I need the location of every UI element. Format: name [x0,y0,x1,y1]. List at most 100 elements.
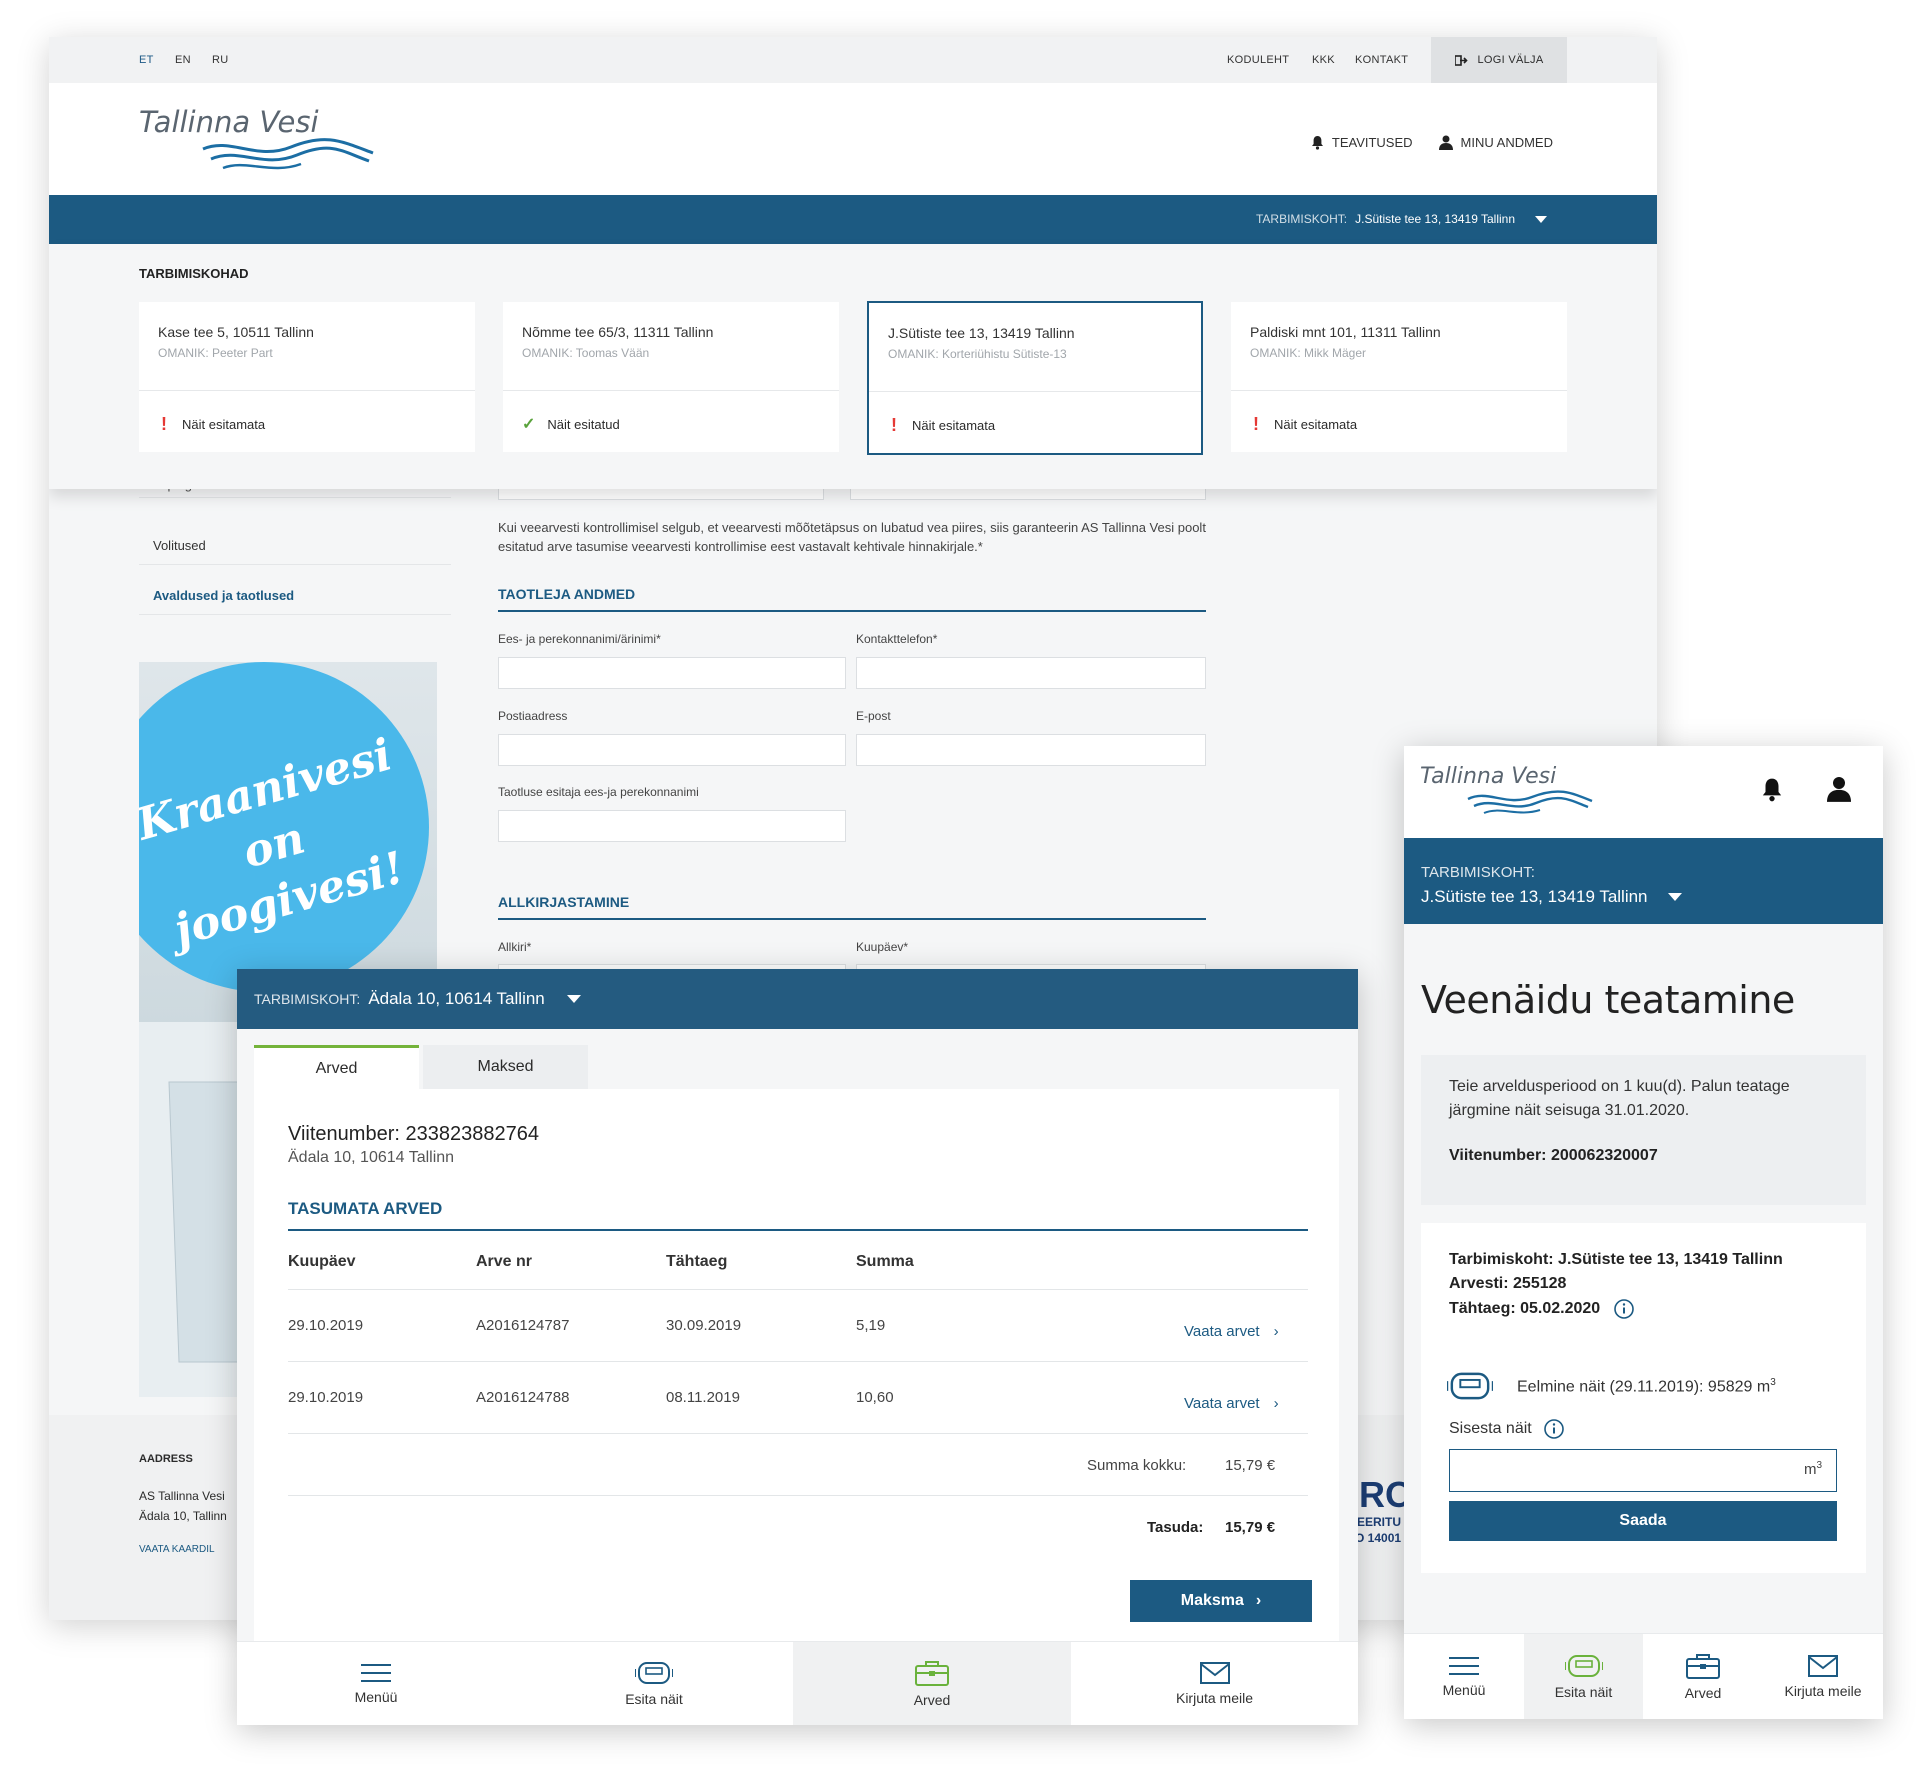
cell-invoice-nr: A2016124787 [476,1317,570,1334]
consumption-selector[interactable]: TARBIMISKOHT: Ädala 10, 10614 Tallinn [254,989,581,1009]
cell-sum: 5,19 [856,1317,886,1334]
consumption-label: TARBIMISKOHT: [1421,864,1535,881]
place-card[interactable]: Paldiski mnt 101, 11311 Tallinn OMANIK: … [1231,302,1567,452]
col-date: Kuupäev [288,1253,356,1270]
place-card-selected[interactable]: J.Sütiste tee 13, 13419 Tallinn OMANIK: … [867,301,1203,455]
total-value: 15,79 € [1225,1457,1276,1474]
menu-item-authorizations[interactable]: Volitused [139,515,451,565]
deadline-line: Tähtaeg: 05.02.2020 [1449,1299,1635,1319]
place-address: J.Sütiste tee 13, 13419 Tallinn [888,325,1075,341]
chevron-right-icon: › [1255,1592,1262,1609]
nav-write-us[interactable]: Kirjuta meile [1071,1642,1358,1725]
nav-submit-reading-active[interactable]: Esita näit [1524,1634,1643,1719]
phone-input[interactable] [856,657,1206,689]
reference-number: Viitenumber: 200062320007 [1449,1147,1658,1164]
nav-invoices-active[interactable]: Arved [793,1642,1071,1725]
lang-en[interactable]: EN [175,54,191,66]
lang-ru[interactable]: RU [212,54,229,66]
view-invoice-link[interactable]: Vaata arvet › [1184,1323,1279,1340]
enter-reading-text: Sisesta näit [1449,1420,1532,1437]
invoices-panel: Viitenumber: 233823882764 Ädala 10, 1061… [254,1089,1339,1641]
view-invoice-link[interactable]: Vaata arvet › [1184,1395,1279,1412]
nav-write-us[interactable]: Kirjuta meile [1763,1634,1883,1719]
place-owner: OMANIK: Mikk Mäger [1250,346,1367,360]
lang-et[interactable]: ET [139,54,154,66]
link-homepage[interactable]: KODULEHT [1227,54,1289,66]
name-input[interactable] [498,657,846,689]
logo[interactable]: Tallinna Vesi [139,105,376,171]
cell-date: 29.10.2019 [288,1389,364,1406]
logo[interactable]: Tallinna Vesi [1420,764,1594,815]
place-card[interactable]: Kase tee 5, 10511 Tallinn OMANIK: Peeter… [139,302,475,452]
email-label: E-post [856,709,891,723]
my-data-link[interactable]: MINU ANDMED [1438,135,1553,150]
top-bar: ET EN RU KODULEHT KKK KONTAKT LOGI VÄLJA [49,37,1657,83]
consumption-bar[interactable]: TARBIMISKOHT: J.Sütiste tee 13, 13419 Ta… [1404,838,1883,924]
nav-label: Kirjuta meile [1784,1683,1862,1699]
postal-input[interactable] [498,734,846,766]
nav-submit-reading[interactable]: Esita näit [515,1642,793,1725]
briefcase-icon [1686,1653,1720,1679]
cell-invoice-nr: A2016124788 [476,1389,570,1406]
consumption-label: TARBIMISKOHT: [1255,212,1348,226]
site-header: Tallinna Vesi TEAVITUSED MINU ANDMED [49,83,1657,195]
bell-icon[interactable] [1761,777,1783,802]
tab-payments[interactable]: Maksed [423,1045,588,1089]
bell-icon [1311,135,1324,150]
place-owner: OMANIK: Peeter Part [158,346,273,360]
nav-label: Menüü [354,1689,398,1705]
total-label: Summa kokku: [1087,1457,1187,1474]
footer-company: AS Tallinna Vesi [139,1489,225,1503]
previous-reading-text: Eelmine näit (29.11.2019): 95829 m [1517,1378,1771,1396]
to-pay-value: 15,79 € [1225,1519,1276,1536]
pay-button-label: Maksma [1180,1592,1244,1609]
consumption-label: TARBIMISKOHT: [254,991,361,1007]
view-invoice-label: Vaata arvet [1184,1323,1260,1340]
logo-text: Tallinna Vesi [1420,764,1557,789]
consumption-selector[interactable]: J.Sütiste tee 13, 13419 Tallinn [1421,887,1682,907]
name-label: Ees- ja perekonnanimi/ärinimi* [498,632,661,646]
col-sum: Summa [856,1253,914,1270]
user-icon[interactable] [1827,776,1851,802]
pay-button[interactable]: Maksma › [1130,1580,1312,1622]
tab-invoices[interactable]: Arved [254,1045,419,1089]
logout-button[interactable]: LOGI VÄLJA [1431,37,1567,83]
email-input[interactable] [856,734,1206,766]
place-card[interactable]: Nõmme tee 65/3, 11311 Tallinn OMANIK: To… [503,302,839,452]
consumption-selector[interactable]: TARBIMISKOHT: J.Sütiste tee 13, 13419 Ta… [1256,212,1547,226]
place-owner: OMANIK: Korteriühistu Sütiste-13 [888,347,1067,361]
nav-label: Esita näit [625,1691,683,1707]
enter-reading-label: Sisesta näit [1449,1419,1564,1439]
nav-menu[interactable]: Menüü [1404,1634,1524,1719]
menu-item-applications[interactable]: Avaldused ja taotlused [139,565,451,615]
cell-due: 30.09.2019 [666,1317,742,1334]
submitter-input[interactable] [498,810,846,842]
previous-field[interactable] [498,489,824,500]
info-box: Teie arveldusperiood on 1 kuu(d). Palun … [1421,1055,1866,1205]
previous-field[interactable] [850,489,1206,500]
nav-invoices[interactable]: Arved [1643,1634,1763,1719]
logo-waves-icon [1467,790,1593,814]
previous-reading: Eelmine näit (29.11.2019): 95829 m3 [1517,1377,1776,1396]
notifications-link[interactable]: TEAVITUSED [1311,135,1413,150]
view-map-link[interactable]: VAATA KAARDIL [139,1544,215,1555]
reading-input[interactable]: m3 [1449,1449,1837,1492]
chevron-down-icon [1667,893,1682,901]
unit-label: m3 [1803,1460,1822,1478]
nav-label: Kirjuta meile [1175,1690,1254,1706]
info-icon[interactable] [1614,1299,1635,1319]
cert-line: O 14001 [1355,1531,1402,1545]
link-contact[interactable]: KONTAKT [1355,54,1408,66]
footer-address: Ädala 10, Tallinn [139,1509,227,1523]
info-icon[interactable] [1543,1419,1564,1439]
cell-sum: 10,60 [856,1389,894,1406]
nav-menu[interactable]: Menüü [237,1642,515,1725]
tab-bar: Arved Maksed [254,1045,1339,1089]
col-due: Tähtaeg [666,1253,728,1270]
place-status: Näit esitamata [182,417,266,432]
places-title: TARBIMISKOHAD [139,266,249,281]
tablet-window: TARBIMISKOHT: Ädala 10, 10614 Tallinn Ar… [237,969,1358,1725]
submit-button[interactable]: Saada [1449,1501,1837,1541]
briefcase-icon [915,1660,949,1686]
link-faq[interactable]: KKK [1312,54,1335,66]
